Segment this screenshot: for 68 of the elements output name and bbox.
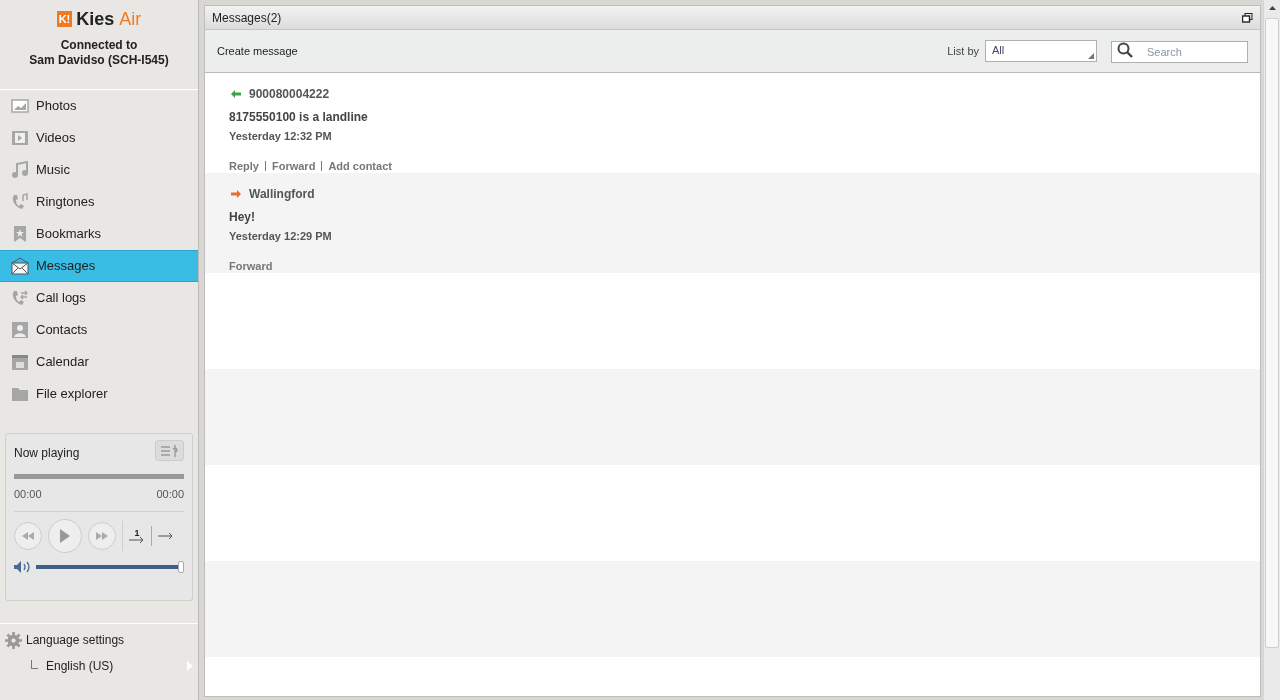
restore-window-icon: [1242, 12, 1253, 23]
message-action-link[interactable]: Reply: [229, 157, 259, 174]
search-field[interactable]: Search: [1111, 41, 1248, 63]
bookmarks-icon: [11, 225, 29, 243]
play-icon: [60, 528, 70, 543]
language-settings-label: Language settings: [26, 632, 125, 649]
now-playing-title: Now playing: [14, 445, 80, 462]
messages-icon: [11, 257, 29, 275]
volume-thumb[interactable]: [178, 560, 184, 573]
left-arrow-icon: [231, 90, 241, 98]
scroll-up-icon: [1268, 6, 1276, 10]
message-action-link[interactable]: Forward: [229, 257, 273, 274]
playlist-button[interactable]: [155, 440, 184, 461]
message-body: 8175550100 is a landline: [229, 109, 369, 126]
sidebar-item[interactable]: Calendar: [0, 346, 198, 378]
connection-status: Connected to Sam Davidso (SCH-I545): [29, 38, 169, 68]
forward-button[interactable]: [88, 521, 116, 550]
contacts-icon: [11, 321, 29, 339]
sidebar-item[interactable]: Call logs: [0, 282, 198, 314]
calendar-icon: [11, 353, 29, 371]
repeat-one-button[interactable]: 1: [129, 528, 145, 543]
message-time: Yesterday 12:32 PM: [229, 129, 333, 144]
rewind-icon: [22, 531, 34, 540]
language-selector[interactable]: English (US): [5, 657, 193, 675]
sidebar-item[interactable]: Photos: [0, 90, 198, 122]
search-icon: [1117, 42, 1133, 58]
rewind-button[interactable]: [14, 521, 42, 550]
calllogs-icon: [11, 289, 29, 307]
create-message-button[interactable]: Create message: [217, 42, 298, 60]
speaker-icon: [14, 560, 32, 573]
panel-title: Messages(2): [212, 9, 282, 27]
message-action-link[interactable]: Add contact: [328, 157, 392, 174]
restore-window-button[interactable]: [1242, 12, 1253, 23]
elapsed-time: 00:00: [14, 487, 42, 502]
play-button[interactable]: [48, 518, 82, 553]
sidebar-item[interactable]: File explorer: [0, 378, 198, 410]
sidebar-item[interactable]: Messages: [0, 250, 198, 282]
right-arrow-icon: [231, 190, 241, 198]
message-sender: Wallingford: [249, 186, 315, 203]
total-time: 00:00: [156, 487, 184, 502]
message-sender: 900080004222: [249, 86, 330, 103]
files-icon: [11, 385, 29, 403]
dropdown-corner-icon: [1088, 53, 1094, 59]
music-icon: [11, 161, 29, 179]
arrow-icon: [158, 532, 174, 539]
sidebar-item[interactable]: Videos: [0, 122, 198, 154]
arrow-icon: [129, 536, 145, 543]
playlist-icon: [159, 443, 180, 458]
scroll-thumb[interactable]: [1265, 18, 1279, 648]
fast-forward-icon: [96, 531, 108, 540]
list-by-dropdown[interactable]: All: [985, 40, 1097, 62]
message-time: Yesterday 12:29 PM: [229, 229, 333, 244]
sidebar-item[interactable]: Ringtones: [0, 186, 198, 218]
scrollbar[interactable]: [1264, 0, 1280, 700]
logo-text: Kies Air: [76, 10, 142, 28]
gear-icon: [5, 631, 22, 649]
videos-icon: [11, 129, 29, 147]
photos-icon: [11, 97, 29, 115]
sequential-button[interactable]: [158, 532, 174, 539]
list-by-label: List by: [947, 43, 979, 59]
message-body: Hey!: [229, 209, 256, 226]
logo-mark: K!: [56, 11, 73, 27]
caret-icon: [187, 661, 193, 671]
sidebar-item[interactable]: Music: [0, 154, 198, 186]
message-action-link[interactable]: Forward: [271, 157, 316, 174]
ringtones-icon: [11, 193, 29, 211]
sidebar-item[interactable]: Contacts: [0, 314, 198, 346]
sidebar-item[interactable]: Bookmarks: [0, 218, 198, 250]
